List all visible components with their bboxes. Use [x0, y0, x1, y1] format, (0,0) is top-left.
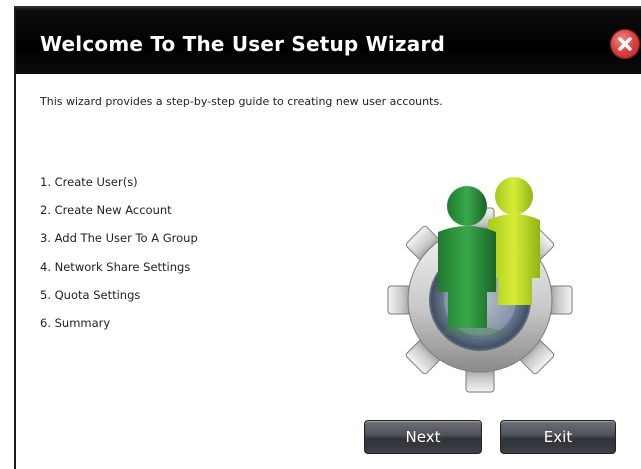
step-item: 2. Create New Account: [40, 203, 172, 218]
user-setup-wizard-dialog: Welcome To The User Setup Wizard This wi…: [14, 10, 641, 469]
step-item: 5. Quota Settings: [40, 287, 141, 302]
intro-text: This wizard provides a step-by-step guid…: [40, 95, 443, 108]
step-item: 3. Add The User To A Group: [40, 231, 198, 246]
step-item: 1. Create User(s): [40, 175, 138, 189]
exit-button[interactable]: Exit: [500, 420, 616, 454]
next-button[interactable]: Next: [364, 420, 482, 454]
users-gear-icon: [387, 177, 573, 393]
wizard-steps-list: 1. Create User(s) 2. Create New Account …: [40, 175, 198, 344]
step-item: 6. Summary: [40, 315, 111, 330]
close-icon: [618, 37, 632, 51]
step-item: 4. Network Share Settings: [40, 259, 191, 274]
dialog-titlebar[interactable]: Welcome To The User Setup Wizard: [16, 10, 641, 74]
close-button[interactable]: [610, 29, 640, 59]
dialog-title: Welcome To The User Setup Wizard: [40, 32, 446, 56]
window-top-edge: [0, 0, 641, 10]
